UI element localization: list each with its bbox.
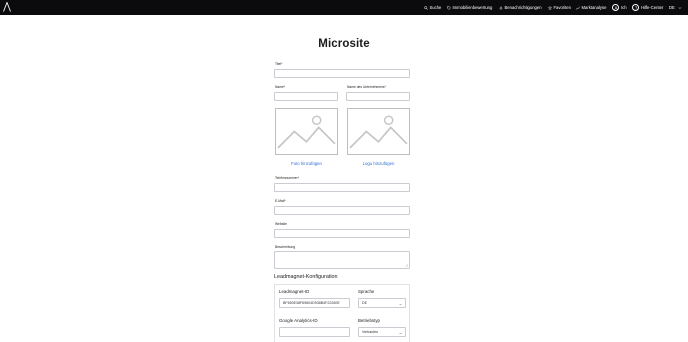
nav-item-suche[interactable]: Suche: [424, 0, 441, 15]
email-label: E-Mail*: [275, 199, 286, 203]
leadmagnet-panel: Leadmagnet-ID BF650E38F69604D938B4F22260…: [274, 284, 410, 342]
brand-a-logo-icon[interactable]: [3, 2, 11, 12]
nav-label: Favoriten: [553, 5, 571, 10]
email-input[interactable]: [274, 206, 410, 215]
tag-icon: [447, 5, 451, 10]
language-select[interactable]: DE: [358, 298, 406, 308]
page-title: Microsite: [318, 38, 370, 50]
add-photo-button[interactable]: Foto hinzufügen: [275, 161, 338, 166]
user-menu[interactable]: Ich: [612, 0, 627, 15]
logo-placeholder-image: [347, 108, 410, 155]
title-label: Titel*: [275, 62, 283, 66]
company-label: Name des Unternehmens*: [347, 85, 386, 89]
phone-input[interactable]: [274, 183, 410, 192]
leadmagnet-section-title: Leadmagnet-Konfiguration: [274, 274, 338, 280]
language-select-label: Sprache: [358, 289, 375, 294]
user-icon: [612, 4, 619, 11]
phone-label: Telefonnummer*: [275, 176, 300, 180]
help-center-link[interactable]: Hilfe-Center: [632, 0, 663, 15]
language-switcher[interactable]: DE: [669, 0, 682, 15]
nav-label: Suche: [429, 5, 442, 10]
top-navigation-bar: Suche Immobilienbewertung Benachrichtigu…: [0, 0, 688, 15]
help-label: Hilfe-Center: [641, 5, 664, 10]
leadmagnet-id-input[interactable]: BF650E38F69604D938B4F22260E: [279, 298, 350, 308]
nav-item-benachrichtigungen[interactable]: Benachrichtigungen: [499, 0, 542, 15]
chevron-down-icon: [678, 6, 682, 9]
name-label: Name*: [275, 85, 286, 89]
business-type-value: Verkaufen: [362, 330, 379, 334]
title-input[interactable]: [274, 69, 410, 78]
language-label: DE: [669, 5, 675, 10]
resize-grip-icon[interactable]: [405, 264, 408, 267]
add-logo-button[interactable]: Logo hinzufügen: [347, 161, 410, 166]
bell-icon: [499, 6, 503, 10]
chart-icon: [576, 5, 580, 10]
analytics-id-input[interactable]: [279, 327, 350, 337]
language-select-value: DE: [362, 301, 367, 305]
business-type-select[interactable]: Verkaufen: [358, 327, 406, 337]
search-icon: [424, 5, 428, 10]
company-input[interactable]: [346, 92, 410, 101]
help-icon: [632, 4, 639, 11]
description-textarea[interactable]: [274, 251, 410, 269]
business-type-label: Betriebstyp: [358, 318, 380, 323]
nav-item-immobilienbewertung[interactable]: Immobilienbewertung: [447, 0, 492, 15]
nav-label: Immobilienbewertung: [452, 5, 493, 10]
analytics-id-label: Google Analytics-ID: [279, 318, 318, 323]
nav-item-favoriten[interactable]: Favoriten: [548, 0, 571, 15]
star-icon: [548, 5, 552, 10]
leadmagnet-id-label: Leadmagnet-ID: [279, 289, 310, 294]
nav-item-marktanalyse[interactable]: Marktanalyse: [576, 0, 606, 15]
photo-placeholder-image: [275, 108, 338, 155]
chevron-down-icon: [399, 303, 402, 305]
description-label: Beschreibung: [275, 245, 296, 249]
website-label: Website: [275, 222, 287, 226]
name-input[interactable]: [274, 92, 338, 101]
website-input[interactable]: [274, 229, 410, 238]
nav-label: Marktanalyse: [581, 5, 607, 10]
user-label: Ich: [621, 5, 627, 10]
nav-label: Benachrichtigungen: [504, 5, 542, 10]
chevron-down-icon: [399, 332, 402, 334]
